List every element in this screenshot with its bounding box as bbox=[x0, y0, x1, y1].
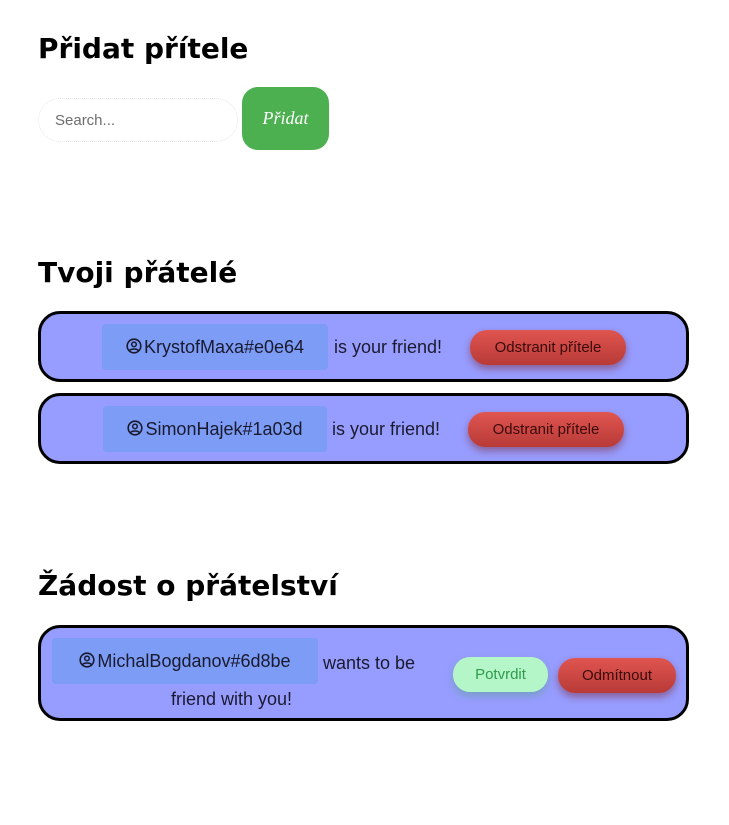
add-friend-title: Přidat přítele bbox=[38, 32, 249, 65]
confirm-request-button[interactable]: Potvrdit bbox=[453, 657, 548, 692]
friend-request-card: MichalBogdanov#6d8be wants to be friend … bbox=[38, 625, 689, 721]
add-friend-button[interactable]: Přidat bbox=[242, 87, 329, 150]
friends-title: Tvoji přátelé bbox=[38, 256, 238, 289]
request-username: MichalBogdanov#6d8be bbox=[97, 651, 291, 671]
friend-username: KrystofMaxa#e0e64 bbox=[143, 337, 305, 357]
remove-friend-button[interactable]: Odstranit přítele bbox=[470, 330, 626, 365]
user-circle-icon bbox=[126, 338, 142, 354]
request-username-tag[interactable]: MichalBogdanov#6d8be bbox=[52, 638, 318, 684]
user-circle-icon bbox=[79, 652, 96, 668]
decline-request-button[interactable]: Odmítnout bbox=[558, 658, 676, 693]
friend-status-text: is your friend! bbox=[332, 419, 441, 439]
friend-username-tag[interactable]: SimonHajek#1a03d bbox=[103, 406, 327, 452]
user-circle-icon bbox=[127, 420, 144, 436]
friend-status-text: is your friend! bbox=[334, 337, 443, 357]
request-text-line2: friend with you! bbox=[171, 689, 293, 709]
friend-requests-title: Žádost o přátelství bbox=[38, 569, 338, 602]
request-text-line1: wants to be bbox=[323, 653, 416, 673]
friend-username-tag[interactable]: KrystofMaxa#e0e64 bbox=[102, 324, 328, 370]
friend-card: SimonHajek#1a03d is your friend! Odstran… bbox=[38, 393, 689, 464]
remove-friend-button[interactable]: Odstranit přítele bbox=[468, 412, 624, 447]
friend-username: SimonHajek#1a03d bbox=[145, 419, 303, 439]
friend-card: KrystofMaxa#e0e64 is your friend! Odstra… bbox=[38, 311, 689, 382]
search-input[interactable] bbox=[38, 98, 238, 142]
